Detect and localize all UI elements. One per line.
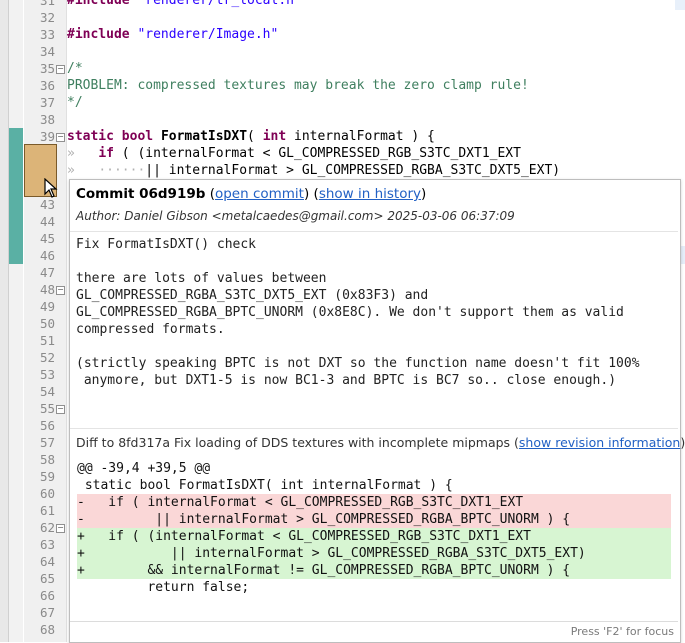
fold-toggle-icon[interactable]: − [56,286,65,295]
mouse-cursor-icon [44,178,58,198]
code-line[interactable]: */ [67,94,83,111]
show-in-history-link[interactable]: show in history [319,186,421,202]
line-number: 52 [39,350,55,365]
diff-context-line: static bool FormatIsDXT( int internalFor… [77,478,453,493]
diff-context-line: return false; [77,580,250,595]
commit-hash: 06d919b [139,186,206,202]
code-line[interactable]: » if ( (internalFormat < GL_COMPRESSED_R… [67,145,521,162]
commit-label: Commit [76,186,135,202]
diff-header: Diff to 8fd317a Fix loading of DDS textu… [76,435,685,450]
line-number: 53 [39,367,55,382]
line-number: 67 [39,605,55,620]
code-line[interactable]: #include "renderer/Image.h" [67,26,278,43]
code-line[interactable]: #include "renderer/tr_local.h" [67,0,302,9]
diff-header-text: Diff to 8fd317a Fix loading of DDS textu… [76,435,511,450]
diff-removed-line: - if ( internalFormat < GL_COMPRESSED_RG… [77,494,671,511]
code-line[interactable]: /* [67,60,83,77]
fold-toggle-icon[interactable]: − [56,524,65,533]
line-number: 49 [39,299,55,314]
line-number: 35 [39,61,55,76]
line-number: 38 [39,112,55,127]
line-number: 34 [39,44,55,59]
commit-message: Fix FormatIsDXT() check there are lots o… [76,237,640,388]
line-number: 63 [39,537,55,552]
commit-author: Author: Daniel Gibson <metalcaedes@gmail… [76,209,515,223]
diff-added-line: + if ( (internalFormat < GL_COMPRESSED_R… [77,528,671,545]
diff-added-line: + && internalFormat != GL_COMPRESSED_RGB… [77,562,671,579]
line-number: 32 [39,10,55,25]
fold-toggle-icon[interactable]: − [56,133,65,142]
line-number: 60 [39,486,55,501]
fold-toggle-icon[interactable]: − [56,65,65,74]
fold-toggle-icon[interactable]: − [56,405,65,414]
show-revision-link[interactable]: show revision information [519,435,680,450]
popup-footer: Press 'F2' for focus [70,621,678,642]
commit-title-row: Commit 06d919b (open commit) (show in hi… [76,186,427,202]
line-number: 33 [39,27,55,42]
line-number: 57 [39,435,55,450]
line-number: 55 [39,401,55,416]
line-number: 56 [39,418,55,433]
line-number: 48 [39,282,55,297]
diff-context-line: @@ -39,4 +39,5 @@ [77,461,211,476]
diff-removed-line: - || internalFormat > GL_COMPRESSED_RGBA… [77,511,671,528]
line-number: 31 [39,0,55,8]
line-number: 46 [39,248,55,263]
code-line[interactable]: static bool FormatIsDXT( int internalFor… [67,128,435,145]
line-number: 43 [39,197,55,212]
line-number: 36 [39,78,55,93]
code-line[interactable]: » ······|| internalFormat > GL_COMPRESSE… [67,162,560,179]
line-number: 54 [39,384,55,399]
line-number: 44 [39,214,55,229]
line-number: 66 [39,588,55,603]
line-number: 61 [39,503,55,518]
line-number: 39 [39,129,55,144]
open-commit-link[interactable]: open commit [215,186,304,202]
line-number: 59 [39,469,55,484]
line-number: 62 [39,520,55,535]
line-number: 50 [39,316,55,331]
line-number: 68 [39,622,55,637]
line-number: 58 [39,452,55,467]
blame-hover-popup[interactable]: Commit 06d919b (open commit) (show in hi… [69,179,685,643]
code-line[interactable]: PROBLEM: compressed textures may break t… [67,77,529,94]
line-number: 37 [39,95,55,110]
line-number: 64 [39,554,55,569]
popup-divider [70,428,678,429]
blame-column[interactable] [9,0,23,642]
focus-hint: Press 'F2' for focus [570,625,674,638]
editor-left-margin [0,0,9,642]
diff-added-line: + || internalFormat > GL_COMPRESSED_RGBA… [77,545,671,562]
line-number: 45 [39,231,55,246]
overview-ruler-mark-top [675,0,685,10]
line-number: 65 [39,571,55,586]
line-number: 51 [39,333,55,348]
line-number: 47 [39,265,55,280]
popup-divider [70,231,678,232]
blame-change-band[interactable] [9,128,23,264]
